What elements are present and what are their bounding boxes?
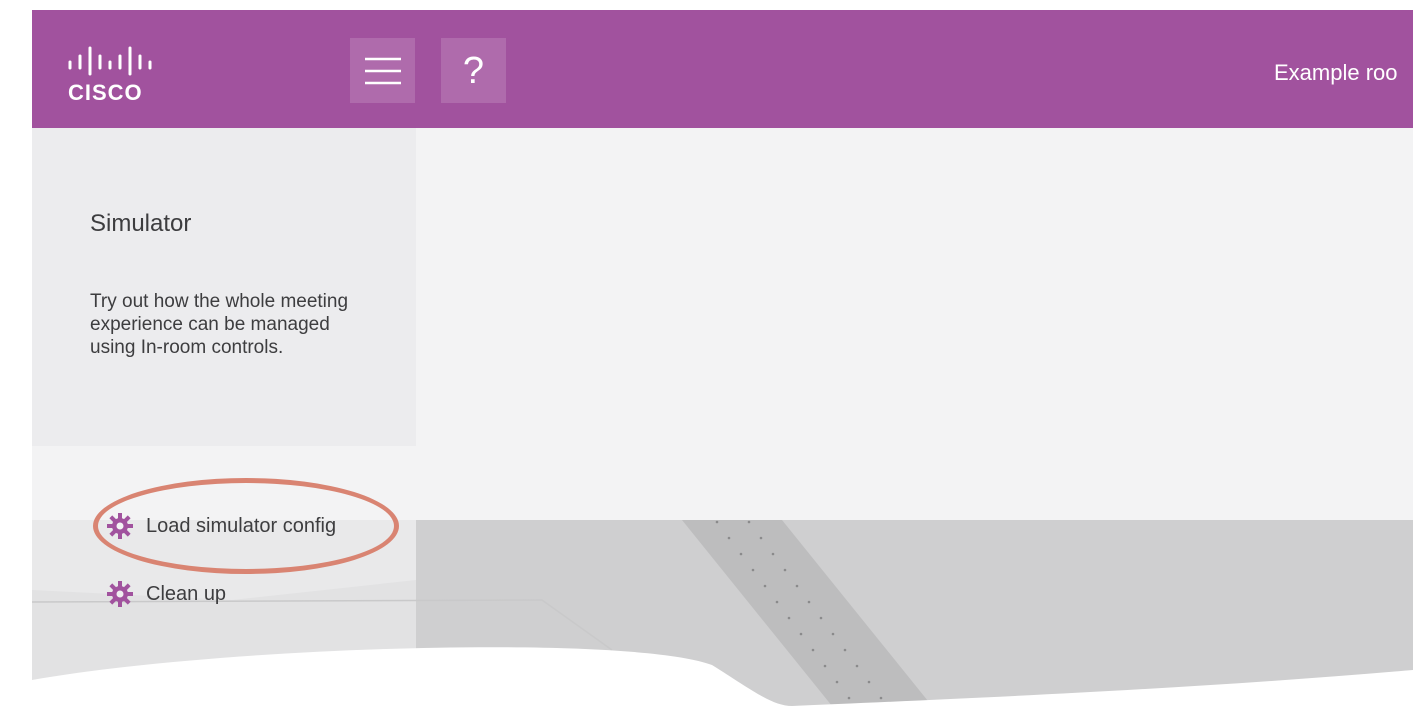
load-simulator-config-button[interactable]: Load simulator config: [106, 512, 336, 540]
help-button[interactable]: ?: [441, 38, 506, 103]
sidebar-description: Try out how the whole meeting experience…: [90, 291, 349, 358]
menu-button[interactable]: [350, 38, 415, 103]
svg-text:CISCO: CISCO: [68, 80, 143, 105]
main-content: Simulator Try out how the whole meeting …: [32, 128, 1413, 706]
room-name: Example roo: [1274, 60, 1398, 85]
help-icon: ?: [462, 49, 485, 92]
simulator-card: Simulator Try out how the whole meeting …: [32, 128, 416, 446]
load-simulator-config-label: Load simulator config: [146, 514, 337, 537]
simulator-actions: Load simulator config Clean up: [32, 446, 416, 706]
hamburger-menu-icon: [364, 57, 401, 84]
sidebar-title: Simulator: [90, 210, 192, 237]
clean-up-label: Clean up: [146, 582, 227, 605]
gear-icon: [107, 513, 133, 539]
cisco-logo: CISCO: [68, 46, 152, 105]
page: CISCO ? Example roo Simulator Try out ho…: [0, 0, 1413, 706]
top-bar: CISCO ? Example roo: [32, 10, 1413, 128]
clean-up-button[interactable]: Clean up: [106, 580, 226, 608]
gear-icon: [107, 581, 133, 607]
